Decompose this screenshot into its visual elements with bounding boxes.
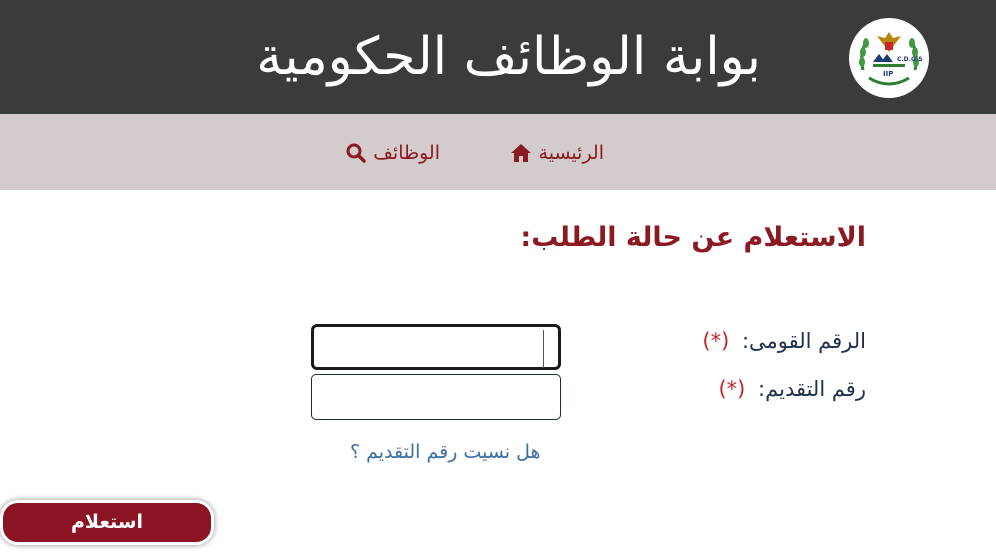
required-mark: (*) [718,377,746,401]
nav-item-label: الوظائف [373,142,440,164]
field-label-text: الرقم القومى: [741,329,866,353]
forgot-application-number-link[interactable]: هل نسيت رقم التقديم ؟ [350,438,541,466]
text-caret [543,330,544,368]
application-number-input[interactable] [311,374,561,420]
inquiry-button[interactable]: استعلام [0,500,214,545]
logo-text-bottom: IIP [883,70,893,78]
national-id-label: الرقم القومى: (*) [702,326,866,356]
page-heading: الاستعلام عن حالة الطلب: [520,222,866,253]
nav-item-jobs[interactable]: الوظائف [346,140,440,166]
main-nav: الرئيسية الوظائف [0,114,996,190]
application-number-label: رقم التقديم: (*) [718,374,866,404]
required-mark: (*) [702,329,730,353]
site-title: بوابة الوظائف الحكومية [256,27,761,87]
field-label-text: رقم التقديم: [758,377,866,401]
search-icon [346,143,366,163]
page: بوابة الوظائف الحكومية C.D.O.S IIP الرئي… [0,0,996,560]
nav-item-label: الرئيسية [538,142,604,164]
logo-text-top: C.D.O.S [897,56,923,63]
logo-emblem-icon: C.D.O.S IIP [850,19,928,97]
site-header: بوابة الوظائف الحكومية C.D.O.S IIP [0,0,996,114]
home-icon [510,143,532,163]
nav-item-home[interactable]: الرئيسية [510,140,604,166]
site-logo[interactable]: C.D.O.S IIP [849,18,929,98]
national-id-input[interactable] [311,324,561,370]
